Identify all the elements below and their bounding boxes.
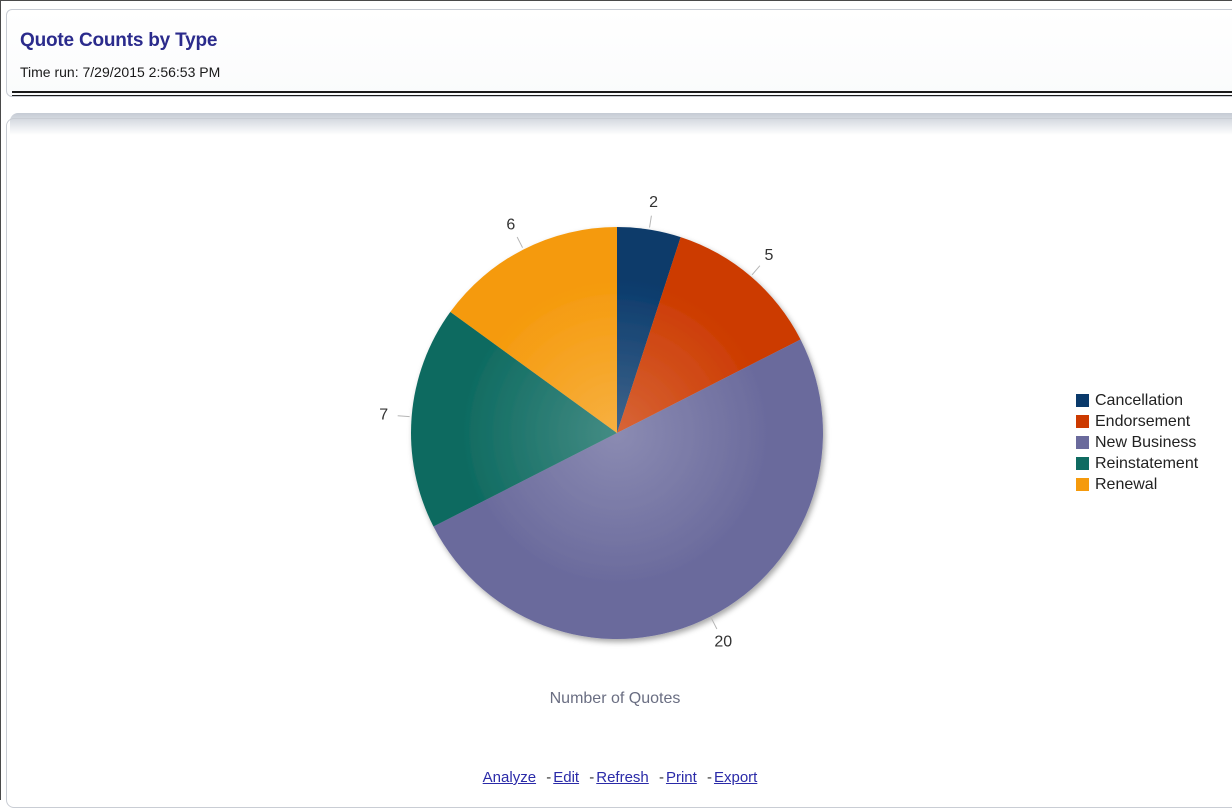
chart-measure-label: Number of Quotes (549, 690, 681, 707)
legend-swatch (1076, 436, 1089, 449)
legend-item[interactable]: Endorsement (1076, 411, 1198, 432)
legend-label: Cancellation (1095, 391, 1184, 409)
print-link[interactable]: Print (666, 769, 697, 786)
legend-label: Renewal (1095, 475, 1158, 493)
legend-item[interactable]: Reinstatement (1076, 453, 1198, 474)
action-separator: - (658, 769, 664, 786)
report-actions: Analyze - Edit - Refresh - Print - Export (0, 769, 1232, 786)
label-leader-line (649, 215, 652, 228)
action-separator: - (546, 769, 552, 786)
label-leader-line (751, 265, 761, 276)
action-separator: - (589, 769, 595, 786)
action-separator: - (706, 769, 712, 786)
label-leader-line (397, 415, 410, 418)
data-label: 20 (714, 633, 732, 650)
legend-label: Endorsement (1095, 412, 1191, 430)
edit-link[interactable]: Edit (553, 769, 579, 786)
data-label: 2 (649, 194, 658, 211)
pie-slices (411, 227, 823, 640)
legend-label: New Business (1095, 433, 1197, 451)
legend-item[interactable]: Cancellation (1076, 390, 1198, 411)
analyze-link[interactable]: Analyze (483, 769, 536, 786)
legend-swatch (1076, 415, 1089, 428)
legend-swatch (1076, 394, 1089, 407)
legend-swatch (1076, 478, 1089, 491)
export-link[interactable]: Export (714, 769, 757, 786)
legend-label: Reinstatement (1095, 454, 1199, 472)
data-label: 6 (506, 217, 515, 234)
pie-chart: 2 5 20 7 6 (379, 194, 823, 650)
data-label: 7 (379, 407, 388, 424)
chart-legend: Cancellation Endorsement New Business Reins… (1076, 390, 1198, 495)
data-label: 5 (765, 247, 774, 264)
legend-item[interactable]: Renewal (1076, 474, 1198, 495)
label-leader-line (516, 236, 524, 248)
legend-item[interactable]: New Business (1076, 432, 1198, 453)
legend-swatch (1076, 457, 1089, 470)
refresh-link[interactable]: Refresh (596, 769, 649, 786)
label-leader-line (710, 618, 718, 630)
